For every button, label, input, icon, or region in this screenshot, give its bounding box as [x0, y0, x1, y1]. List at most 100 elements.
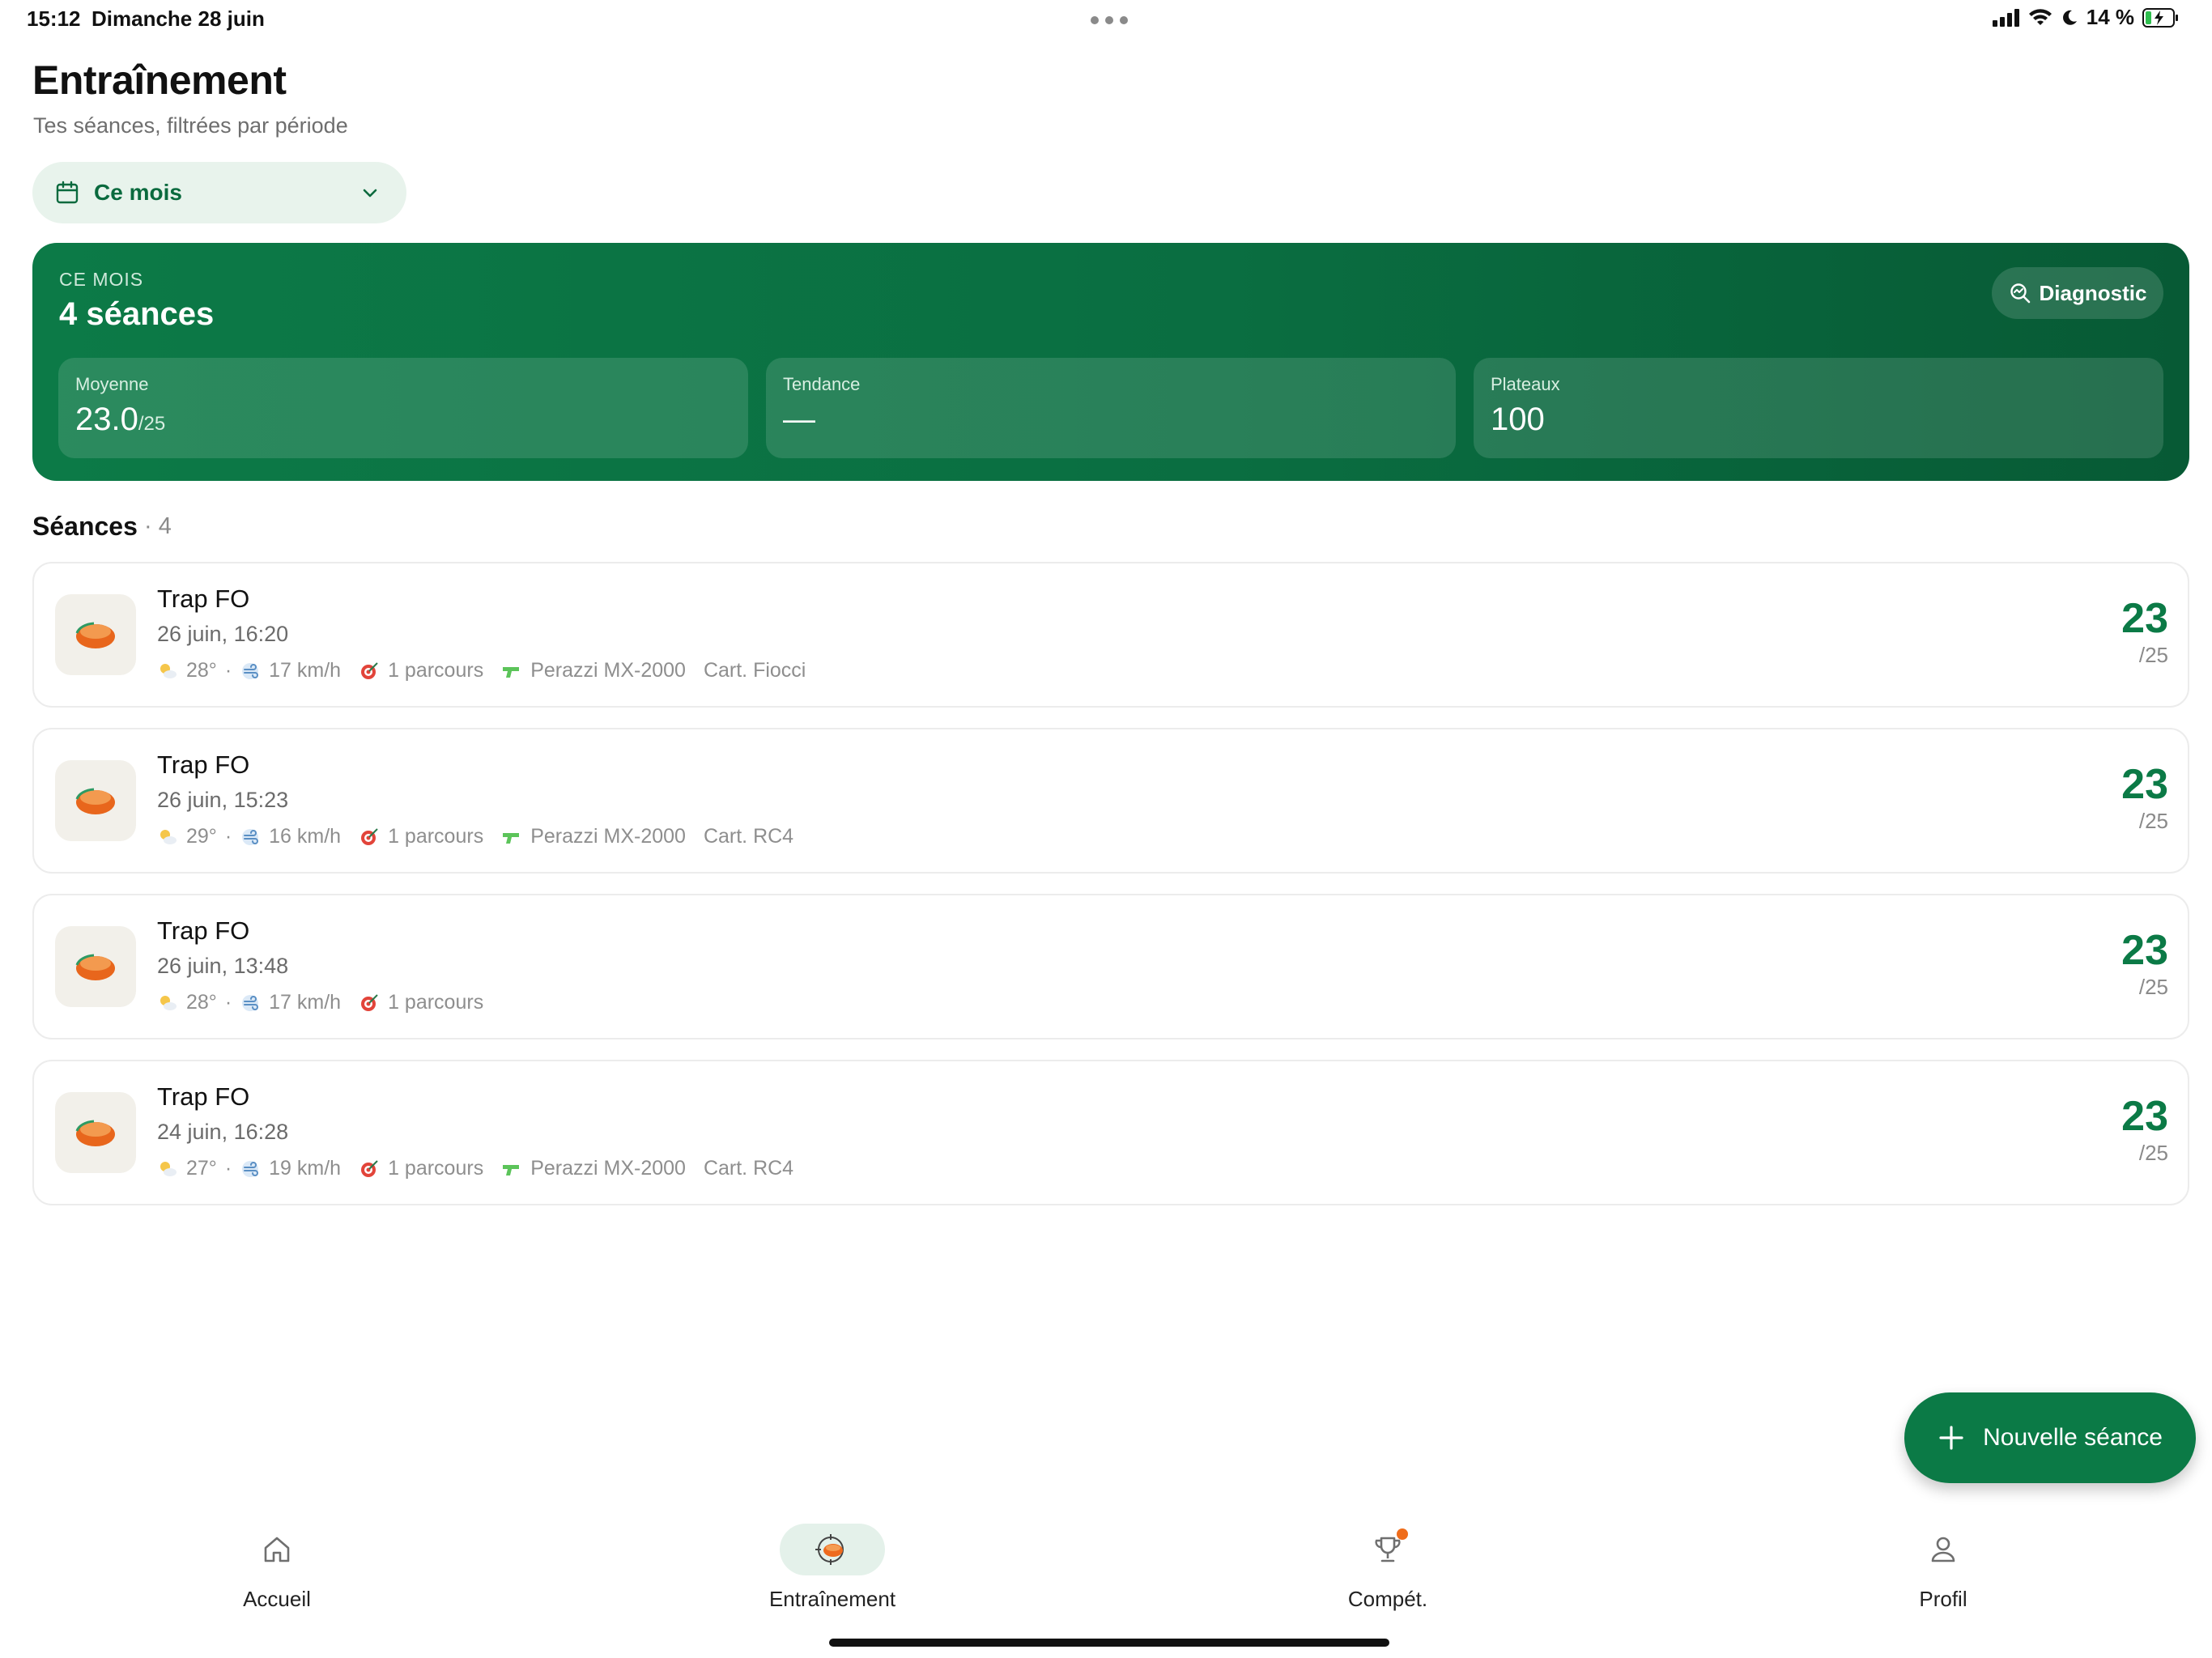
session-card[interactable]: Trap FO 26 juin, 13:48 28° · 17 km/h 1 parcou… — [32, 894, 2189, 1039]
session-score: 23/25 — [2121, 929, 2168, 1000]
weather-partly-sunny-icon — [160, 663, 177, 678]
plus-icon — [1939, 1426, 1963, 1450]
diagnostic-label: Diagnostic — [2039, 280, 2147, 305]
session-title: Trap FO — [157, 585, 250, 613]
session-title: Trap FO — [157, 1082, 250, 1111]
target-icon — [361, 993, 378, 1011]
target-icon — [361, 1159, 378, 1177]
session-score-max: /25 — [2138, 809, 2168, 833]
session-cartridge: Cart. RC4 — [703, 825, 794, 848]
tab-label: Entraînement — [768, 1587, 896, 1611]
tab-label: Profil — [1919, 1587, 1967, 1611]
stat-label: Tendance — [783, 374, 861, 394]
period-filter-dropdown[interactable]: Ce mois — [32, 162, 406, 223]
session-temperature: 28° — [186, 659, 217, 682]
battery-charging-icon — [2142, 7, 2178, 28]
search-analysis-icon — [2010, 283, 2030, 304]
stat-value: 100 — [1491, 402, 1545, 437]
meta-separator: · — [224, 1157, 232, 1180]
session-score-value: 23 — [2121, 595, 2168, 642]
session-courses: 1 parcours — [388, 825, 484, 848]
user-icon — [1931, 1537, 1955, 1562]
session-gun: Perazzi MX-2000 — [530, 659, 686, 682]
signal-icon — [1992, 8, 2019, 27]
weather-partly-sunny-icon — [160, 829, 177, 844]
session-card[interactable]: Trap FO 24 juin, 16:28 27° · 19 km/h 1 parcou… — [32, 1060, 2189, 1205]
session-gun: Perazzi MX-2000 — [530, 825, 686, 848]
stat-targets: Plateaux 100 — [1474, 358, 2163, 458]
home-icon — [264, 1537, 290, 1562]
session-wind: 17 km/h — [269, 991, 342, 1014]
meta-separator: · — [224, 659, 232, 682]
session-date: 24 juin, 16:28 — [157, 1120, 289, 1144]
session-thumbnail — [55, 760, 136, 841]
session-score-value: 23 — [2121, 1093, 2168, 1140]
bottom-tab-bar: Accueil Entraînement Compét. Profil — [0, 1506, 2212, 1658]
period-summary-card: CE MOIS 4 séances Diagnostic Moyenne 23.… — [32, 243, 2189, 481]
sessions-section-count: · 4 — [144, 513, 172, 539]
session-score-max: /25 — [2138, 643, 2168, 667]
session-meta: 28° · 17 km/h 1 parcours — [157, 991, 483, 1014]
session-thumbnail — [55, 594, 136, 675]
clay-target-icon — [75, 954, 115, 980]
notification-badge — [1397, 1528, 1408, 1540]
tab-competition[interactable]: Compét. — [1266, 1524, 1509, 1629]
multitasking-dots[interactable] — [1091, 16, 1128, 24]
tab-training[interactable]: Entraînement — [711, 1524, 954, 1629]
battery-percent: 14 % — [2086, 5, 2134, 29]
session-wind: 17 km/h — [269, 659, 342, 682]
session-title: Trap FO — [157, 916, 250, 945]
weather-partly-sunny-icon — [160, 1161, 177, 1176]
gun-icon — [503, 666, 520, 678]
stat-value: 23.0/25 — [75, 402, 166, 437]
session-cartridge: Cart. RC4 — [703, 1157, 794, 1180]
diagnostic-button[interactable]: Diagnostic — [1992, 267, 2163, 319]
stat-label: Plateaux — [1491, 374, 1560, 394]
meta-separator: · — [224, 991, 232, 1014]
session-courses: 1 parcours — [388, 659, 484, 682]
moon-icon — [2062, 10, 2077, 25]
status-time: 15:12 — [27, 6, 81, 31]
chevron-down-icon — [363, 189, 377, 198]
new-session-label: Nouvelle séance — [1983, 1424, 2163, 1451]
tab-profile[interactable]: Profil — [1822, 1524, 2065, 1629]
new-session-button[interactable]: Nouvelle séance — [1904, 1392, 2196, 1483]
home-indicator[interactable] — [829, 1639, 1389, 1647]
tab-label: Accueil — [243, 1587, 311, 1611]
session-date: 26 juin, 16:20 — [157, 622, 289, 646]
status-date: Dimanche 28 juin — [91, 6, 265, 31]
status-indicators: 14 % — [1992, 5, 2180, 30]
status-bar: 15:12 Dimanche 28 juin 14 % — [0, 0, 2212, 39]
wind-icon — [242, 1160, 259, 1177]
page-title: Entraînement — [32, 57, 287, 103]
gun-icon — [503, 1164, 520, 1175]
meta-separator: · — [224, 825, 232, 848]
wind-icon — [242, 828, 259, 845]
session-card[interactable]: Trap FO 26 juin, 15:23 29° · 16 km/h 1 parcou… — [32, 728, 2189, 874]
session-courses: 1 parcours — [388, 1157, 484, 1180]
wind-icon — [242, 662, 259, 679]
clay-target-icon — [75, 1120, 115, 1146]
session-meta: 28° · 17 km/h 1 parcours Perazzi MX-2000 Cart… — [157, 659, 806, 682]
session-cartridge: Cart. Fiocci — [703, 659, 806, 682]
session-temperature: 29° — [186, 825, 217, 848]
wifi-icon — [2028, 8, 2052, 25]
weather-partly-sunny-icon — [160, 995, 177, 1010]
session-wind: 16 km/h — [269, 825, 342, 848]
session-card[interactable]: Trap FO 26 juin, 16:20 28° · 17 km/h 1 parcou… — [32, 562, 2189, 708]
tab-home[interactable]: Accueil — [155, 1524, 398, 1629]
summary-session-count: 4 séances — [59, 296, 215, 332]
page-subtitle: Tes séances, filtrées par période — [33, 113, 348, 138]
wind-icon — [242, 994, 259, 1011]
calendar-icon — [56, 181, 79, 204]
period-filter-value: Ce mois — [94, 180, 182, 205]
session-wind: 19 km/h — [269, 1157, 342, 1180]
session-meta: 29° · 16 km/h 1 parcours Perazzi MX-2000 Cart… — [157, 825, 793, 848]
session-date: 26 juin, 13:48 — [157, 954, 289, 978]
clay-target-icon — [75, 788, 115, 814]
session-courses: 1 parcours — [388, 991, 484, 1014]
tab-label: Compét. — [1347, 1587, 1428, 1611]
clay-target-icon — [75, 622, 115, 648]
stat-label: Moyenne — [75, 374, 149, 394]
session-score: 23/25 — [2121, 597, 2168, 668]
